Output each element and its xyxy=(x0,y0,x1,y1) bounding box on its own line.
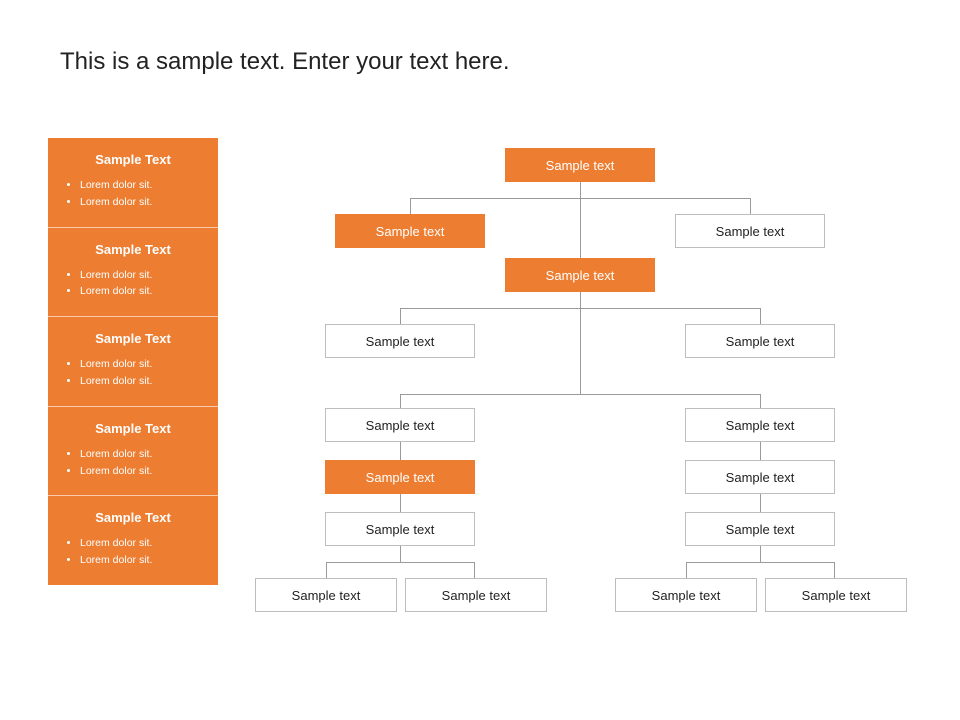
connector xyxy=(580,308,581,394)
node-label: Sample text xyxy=(716,224,785,239)
sidebar-bullet: Lorem dolor sit. xyxy=(80,267,206,284)
sidebar-bullet: Lorem dolor sit. xyxy=(80,283,206,300)
sidebar-bullet: Lorem dolor sit. xyxy=(80,356,206,373)
connector xyxy=(400,394,761,395)
connector xyxy=(686,562,835,563)
node-label: Sample text xyxy=(726,522,795,537)
sidebar-card: Sample Text Lorem dolor sit. Lorem dolor… xyxy=(48,138,218,228)
connector xyxy=(750,198,751,214)
node-label: Sample text xyxy=(376,224,445,239)
connector xyxy=(410,198,411,214)
connector xyxy=(400,442,401,460)
node-label: Sample text xyxy=(726,470,795,485)
node-l3-mid: Sample text xyxy=(505,258,655,292)
node-label: Sample text xyxy=(442,588,511,603)
node-label: Sample text xyxy=(546,158,615,173)
sidebar-bullet: Lorem dolor sit. xyxy=(80,552,206,569)
node-l6-left: Sample text xyxy=(325,460,475,494)
connector xyxy=(580,182,581,198)
node-l6-right: Sample text xyxy=(685,460,835,494)
sidebar-bullet: Lorem dolor sit. xyxy=(80,446,206,463)
node-l5-left: Sample text xyxy=(325,408,475,442)
node-l2-left: Sample text xyxy=(335,214,485,248)
sidebar: Sample Text Lorem dolor sit. Lorem dolor… xyxy=(48,138,218,585)
sidebar-card: Sample Text Lorem dolor sit. Lorem dolor… xyxy=(48,228,218,318)
node-label: Sample text xyxy=(366,418,435,433)
sidebar-card-title: Sample Text xyxy=(60,152,206,167)
sidebar-bullet: Lorem dolor sit. xyxy=(80,535,206,552)
node-l8-d: Sample text xyxy=(765,578,907,612)
connector xyxy=(580,198,581,258)
node-l5-right: Sample text xyxy=(685,408,835,442)
node-l8-a: Sample text xyxy=(255,578,397,612)
sidebar-card-list: Lorem dolor sit. Lorem dolor sit. xyxy=(60,177,206,211)
sidebar-card-list: Lorem dolor sit. Lorem dolor sit. xyxy=(60,446,206,480)
node-l2-right: Sample text xyxy=(675,214,825,248)
sidebar-card-title: Sample Text xyxy=(60,331,206,346)
node-l8-b: Sample text xyxy=(405,578,547,612)
sidebar-card-list: Lorem dolor sit. Lorem dolor sit. xyxy=(60,267,206,301)
node-label: Sample text xyxy=(366,522,435,537)
connector xyxy=(760,442,761,460)
connector xyxy=(400,308,401,324)
sidebar-card-title: Sample Text xyxy=(60,242,206,257)
sidebar-card-title: Sample Text xyxy=(60,510,206,525)
node-label: Sample text xyxy=(366,470,435,485)
node-l4-left: Sample text xyxy=(325,324,475,358)
sidebar-card: Sample Text Lorem dolor sit. Lorem dolor… xyxy=(48,407,218,497)
sidebar-card-list: Lorem dolor sit. Lorem dolor sit. xyxy=(60,356,206,390)
page-title: This is a sample text. Enter your text h… xyxy=(60,48,510,76)
connector xyxy=(760,494,761,512)
node-l8-c: Sample text xyxy=(615,578,757,612)
connector xyxy=(326,562,327,578)
connector xyxy=(400,494,401,512)
connector xyxy=(474,562,475,578)
connector xyxy=(400,546,401,562)
node-label: Sample text xyxy=(546,268,615,283)
node-l7-right: Sample text xyxy=(685,512,835,546)
node-root: Sample text xyxy=(505,148,655,182)
connector xyxy=(760,308,761,324)
sidebar-card: Sample Text Lorem dolor sit. Lorem dolor… xyxy=(48,496,218,585)
sidebar-bullet: Lorem dolor sit. xyxy=(80,177,206,194)
node-l7-left: Sample text xyxy=(325,512,475,546)
node-label: Sample text xyxy=(366,334,435,349)
connector xyxy=(834,562,835,578)
sidebar-card-list: Lorem dolor sit. Lorem dolor sit. xyxy=(60,535,206,569)
node-label: Sample text xyxy=(802,588,871,603)
sidebar-bullet: Lorem dolor sit. xyxy=(80,373,206,390)
connector xyxy=(760,394,761,408)
connector xyxy=(760,546,761,562)
connector xyxy=(686,562,687,578)
org-chart: Sample text Sample text Sample text Samp… xyxy=(260,140,920,680)
node-label: Sample text xyxy=(726,334,795,349)
node-label: Sample text xyxy=(652,588,721,603)
sidebar-bullet: Lorem dolor sit. xyxy=(80,463,206,480)
connector xyxy=(580,292,581,308)
sidebar-card: Sample Text Lorem dolor sit. Lorem dolor… xyxy=(48,317,218,407)
connector xyxy=(400,394,401,408)
node-l4-right: Sample text xyxy=(685,324,835,358)
sidebar-card-title: Sample Text xyxy=(60,421,206,436)
sidebar-bullet: Lorem dolor sit. xyxy=(80,194,206,211)
node-label: Sample text xyxy=(726,418,795,433)
connector xyxy=(326,562,475,563)
node-label: Sample text xyxy=(292,588,361,603)
